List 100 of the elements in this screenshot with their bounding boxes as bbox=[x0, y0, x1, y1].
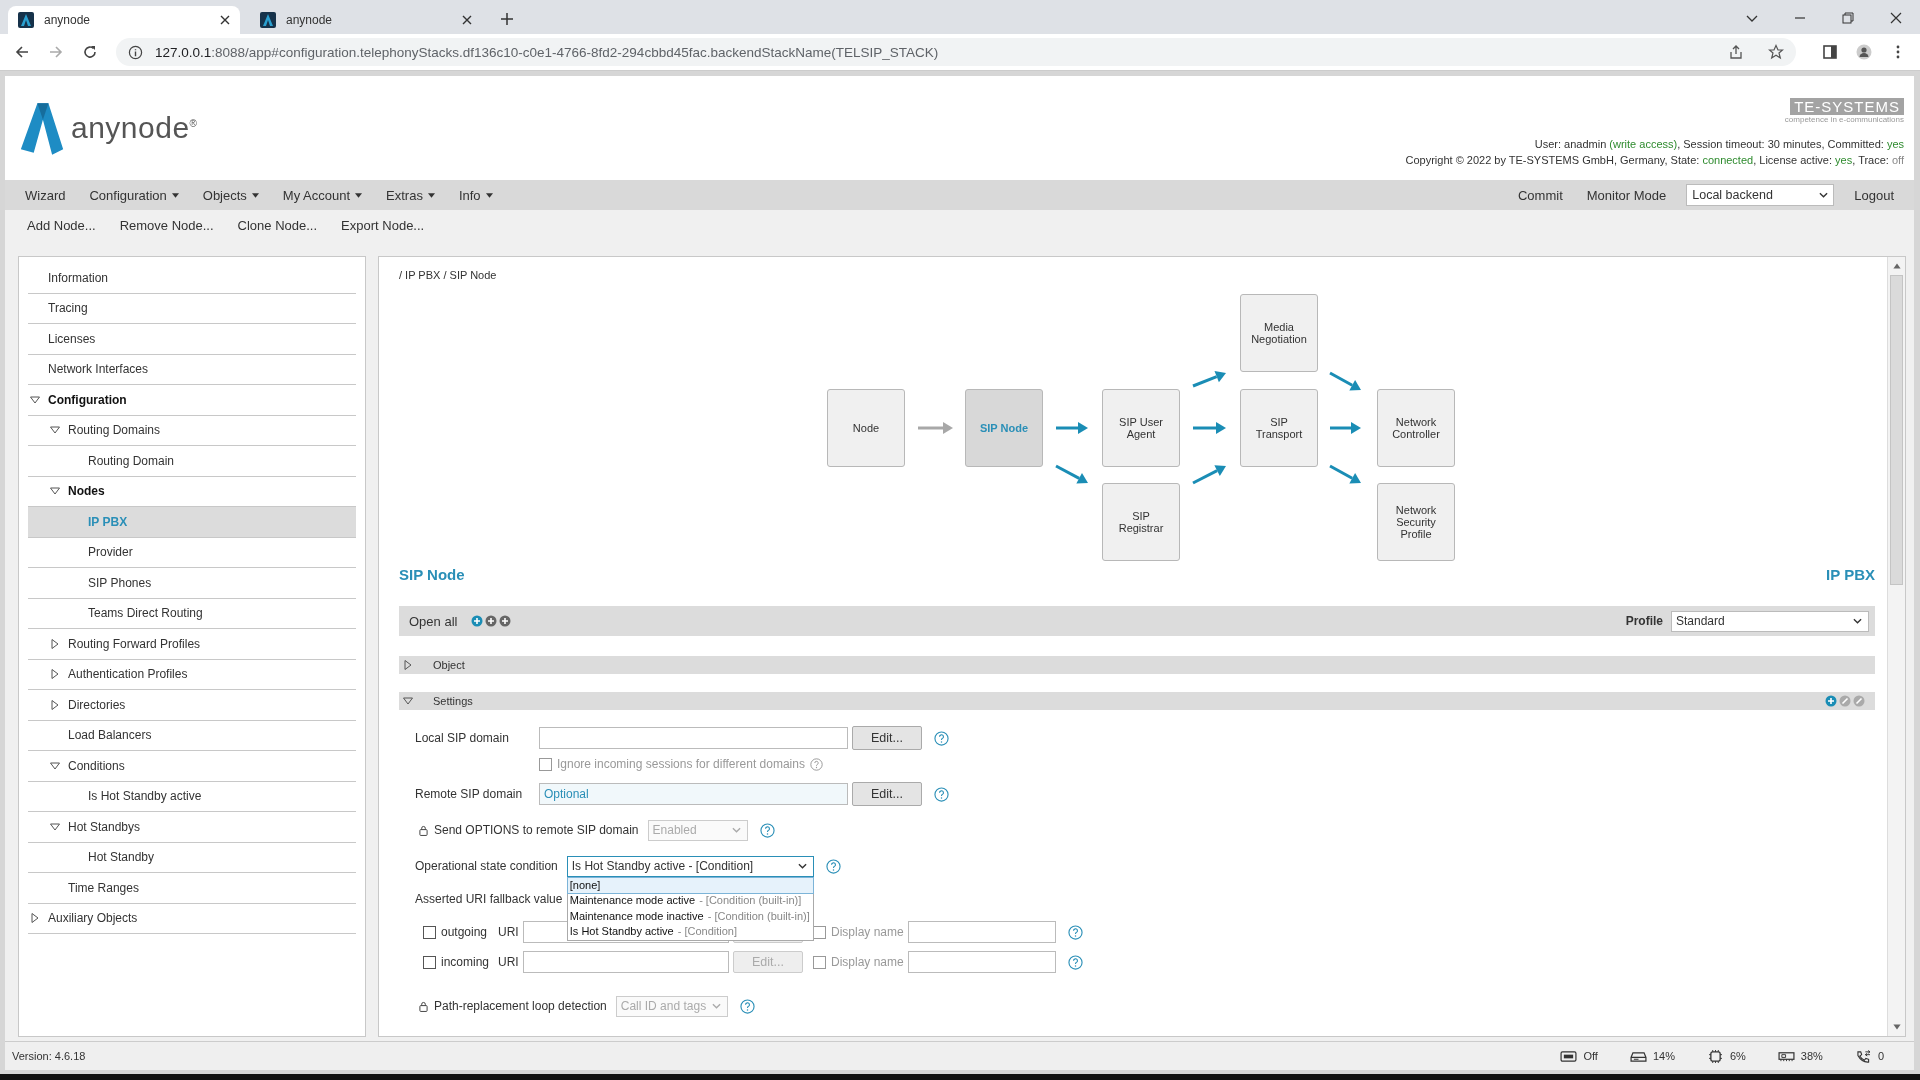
reload-icon[interactable] bbox=[82, 44, 98, 60]
toolbar-link[interactable]: Clone Node... bbox=[225, 217, 330, 233]
menu-item[interactable]: Wizard bbox=[13, 187, 78, 203]
help-icon[interactable] bbox=[934, 730, 949, 746]
text-field[interactable] bbox=[908, 921, 1056, 943]
checkbox[interactable] bbox=[423, 955, 436, 969]
star-icon[interactable] bbox=[1768, 44, 1784, 60]
tree-item[interactable]: Network Interfaces bbox=[28, 354, 356, 385]
toolbar-link[interactable]: Remove Node... bbox=[107, 217, 226, 233]
backend-dropdown[interactable]: Local backend bbox=[1686, 184, 1835, 206]
checkbox[interactable] bbox=[813, 955, 826, 969]
edit-button[interactable]: Edit... bbox=[852, 726, 922, 750]
tree-item[interactable]: Provider bbox=[28, 537, 356, 568]
diagram-node[interactable]: Node bbox=[827, 389, 905, 467]
tree-item[interactable]: Routing Forward Profiles bbox=[28, 629, 356, 660]
commit-link[interactable]: Commit bbox=[1505, 187, 1575, 203]
caret-right-icon[interactable] bbox=[50, 669, 60, 680]
tree-item[interactable]: Time Ranges bbox=[28, 873, 356, 904]
tree-item[interactable]: Hot Standby bbox=[28, 842, 356, 873]
tree-item[interactable]: Routing Domain bbox=[28, 446, 356, 477]
info-icon[interactable] bbox=[128, 44, 143, 60]
tree-item[interactable]: Tracing bbox=[28, 293, 356, 324]
checkbox[interactable] bbox=[423, 925, 436, 939]
caret-down-icon[interactable] bbox=[50, 821, 60, 832]
diagram-node[interactable]: SIP Transport bbox=[1240, 389, 1318, 467]
tree-item[interactable]: Conditions bbox=[28, 751, 356, 782]
profile-dropdown[interactable]: Standard bbox=[1671, 610, 1869, 632]
restore-icon[interactable] bbox=[1841, 11, 1855, 25]
help-icon[interactable] bbox=[825, 858, 841, 874]
tree-item[interactable]: Configuration bbox=[28, 385, 356, 416]
sidebar-icon[interactable] bbox=[1822, 44, 1838, 60]
menu-item[interactable]: Extras bbox=[374, 187, 447, 203]
back-arrow-icon[interactable] bbox=[14, 44, 30, 60]
caret-down-icon[interactable] bbox=[50, 760, 60, 771]
tree-item[interactable]: Is Hot Standby active bbox=[28, 781, 356, 812]
tree-item[interactable]: SIP Phones bbox=[28, 568, 356, 599]
tree-item[interactable]: Licenses bbox=[28, 324, 356, 355]
tree-item[interactable]: Hot Standbys bbox=[28, 812, 356, 843]
diagram-node[interactable]: Network Controller bbox=[1377, 389, 1455, 467]
caret-right-icon[interactable] bbox=[50, 638, 60, 649]
plus-circle-icon[interactable] bbox=[485, 615, 498, 627]
caret-down-icon[interactable] bbox=[30, 394, 40, 405]
toolbar-link[interactable]: Export Node... bbox=[329, 217, 437, 233]
diagram-node[interactable]: SIP Registrar bbox=[1102, 483, 1180, 561]
plus-circle-icon[interactable] bbox=[1825, 695, 1837, 707]
close-icon[interactable] bbox=[1889, 11, 1903, 25]
menu-item[interactable]: Objects bbox=[190, 187, 271, 203]
caret-right-icon[interactable] bbox=[403, 660, 413, 670]
diagram-node[interactable]: SIP User Agent bbox=[1102, 389, 1180, 467]
cassette-icon bbox=[1560, 1049, 1578, 1063]
tree-item[interactable]: Auxiliary Objects bbox=[28, 903, 356, 934]
caret-down-icon[interactable] bbox=[50, 486, 60, 497]
tree-item[interactable]: Directories bbox=[28, 690, 356, 721]
scrollbar[interactable] bbox=[1887, 257, 1905, 1036]
dropdown[interactable]: Is Hot Standby active - [Condition] bbox=[566, 855, 814, 877]
diagram-node[interactable]: Media Negotiation bbox=[1240, 294, 1318, 372]
plus-icon[interactable] bbox=[500, 12, 514, 26]
menu-item[interactable]: My Account bbox=[270, 187, 375, 203]
edit-button[interactable]: Edit... bbox=[852, 782, 922, 806]
text-field[interactable] bbox=[523, 951, 729, 973]
scrollbar-thumb[interactable] bbox=[1890, 275, 1903, 585]
text-field[interactable] bbox=[908, 951, 1056, 973]
close-icon[interactable] bbox=[220, 15, 230, 25]
caret-right-icon[interactable] bbox=[50, 699, 60, 710]
browser-tab[interactable]: anynode bbox=[8, 6, 240, 34]
section-header[interactable]: Settings bbox=[399, 692, 1875, 710]
menu-item[interactable]: Info bbox=[446, 187, 505, 203]
dropdown-option[interactable]: Maintenance mode active - [Condition (built-in)] bbox=[567, 893, 813, 909]
profile-icon[interactable] bbox=[1856, 44, 1872, 60]
browser-tab[interactable]: anynode bbox=[250, 6, 482, 34]
caret-down-icon[interactable] bbox=[403, 696, 413, 706]
diagram-node[interactable]: Network Security Profile bbox=[1377, 483, 1455, 561]
plus-circle-icon[interactable] bbox=[471, 615, 484, 627]
tree-item[interactable]: Load Balancers bbox=[28, 720, 356, 751]
section-header[interactable]: Object bbox=[399, 656, 1875, 674]
open-all-link[interactable]: Open all bbox=[409, 613, 458, 629]
share-icon[interactable] bbox=[1728, 44, 1744, 60]
help-icon[interactable] bbox=[759, 822, 775, 838]
caret-right-icon[interactable] bbox=[30, 913, 40, 924]
tree-item[interactable]: Routing Domains bbox=[28, 415, 356, 446]
text-field[interactable]: Optional bbox=[539, 783, 848, 805]
text-field[interactable] bbox=[539, 727, 848, 749]
dropdown-option[interactable]: [none] bbox=[567, 877, 813, 893]
help-icon[interactable] bbox=[934, 786, 949, 802]
menu-item[interactable]: Configuration bbox=[77, 187, 191, 203]
close-icon[interactable] bbox=[462, 15, 472, 25]
tree-item[interactable]: Authentication Profiles bbox=[28, 659, 356, 690]
help-icon[interactable] bbox=[740, 998, 756, 1014]
dropdown-option[interactable]: Is Hot Standby active - [Condition] bbox=[567, 924, 813, 940]
monitor-mode-link[interactable]: Monitor Mode bbox=[1574, 187, 1679, 203]
toolbar-link[interactable]: Add Node... bbox=[15, 217, 108, 233]
address-bar[interactable]: 127.0.0.1:8088/app#configuration.telephonyStacks.df136c10-c0e1-4766-8fd2-294cbbd45fac.backendStackName(TELSIP_STACK) bbox=[116, 38, 1796, 66]
dropdown-option[interactable]: Maintenance mode inactive - [Condition (built-in)] bbox=[567, 908, 813, 924]
logout-link[interactable]: Logout bbox=[1842, 187, 1906, 203]
tree-item[interactable]: Teams Direct Routing bbox=[28, 598, 356, 629]
help-icon[interactable] bbox=[1068, 924, 1083, 940]
help-icon[interactable] bbox=[1068, 954, 1083, 970]
plus-circle-icon[interactable] bbox=[499, 615, 512, 627]
tree-item[interactable]: Information bbox=[28, 263, 356, 294]
caret-down-icon[interactable] bbox=[50, 425, 60, 436]
